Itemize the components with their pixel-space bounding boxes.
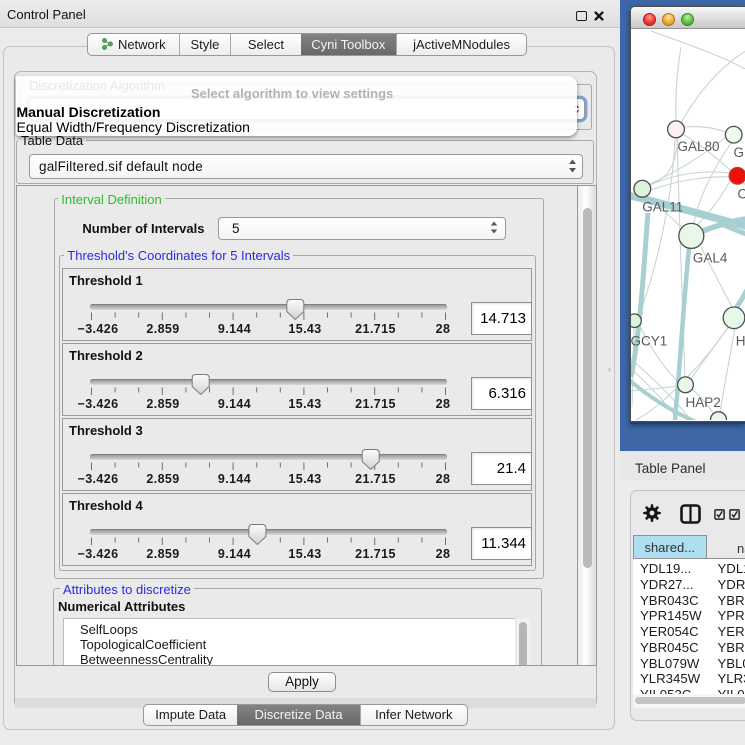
svg-text:GAL4: GAL4 xyxy=(692,250,727,265)
svg-text:GCY1: GCY1 xyxy=(631,333,667,348)
svg-text:G...: G... xyxy=(733,145,745,160)
svg-text:GAL11: GAL11 xyxy=(642,199,683,214)
svg-text:C...: C... xyxy=(737,186,745,201)
svg-text:HAP2: HAP2 xyxy=(685,395,720,410)
svg-text:GAL80: GAL80 xyxy=(677,139,719,154)
svg-text:H: H xyxy=(735,333,745,348)
